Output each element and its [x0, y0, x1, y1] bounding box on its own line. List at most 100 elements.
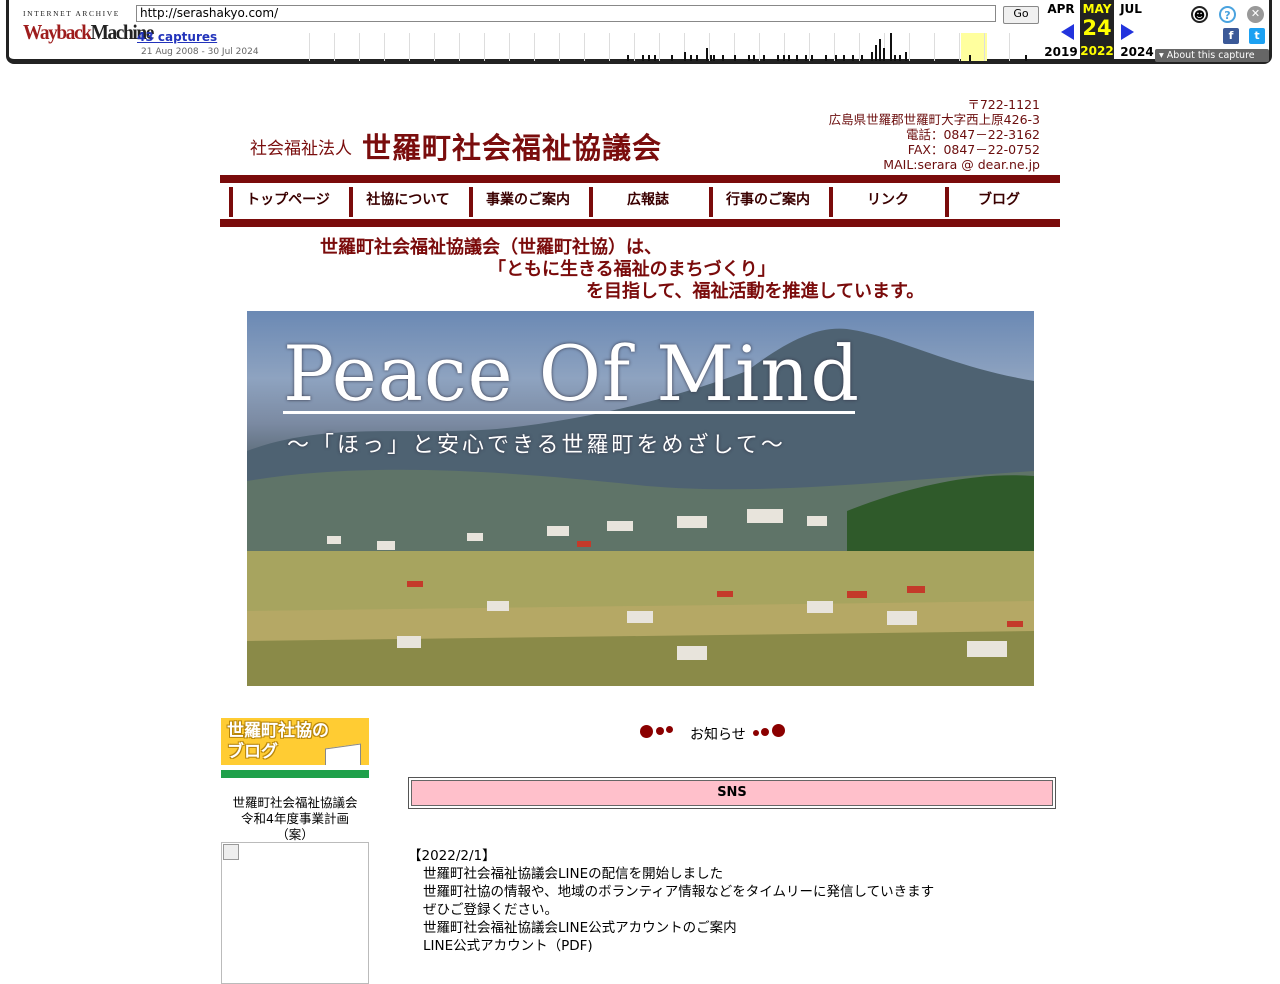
current-capture: MAY 24 2022 [1080, 0, 1114, 62]
sidebar-line-1: 世羅町社会福祉協議会 [232, 795, 358, 810]
capture-bar [899, 54, 901, 61]
next-year[interactable]: 2024 [1120, 45, 1154, 59]
nav-about[interactable]: 社協について [349, 187, 463, 217]
contact-address: 広島県世羅郡世羅町大字西上原426-3 [828, 112, 1040, 127]
capture-bar [796, 54, 798, 61]
current-day: 24 [1082, 16, 1112, 40]
capture-bar [852, 54, 854, 61]
year-gridline [559, 33, 560, 61]
nav-newsletter[interactable]: 広報誌 [589, 187, 703, 217]
news-date: 【2022/2/1】 [408, 848, 496, 864]
wayback-toolbar: INTERNET ARCHIVE WaybackMachine http://s… [6, 0, 1272, 64]
nav-top-page[interactable]: トップページ [229, 187, 343, 217]
capture-bar [777, 54, 779, 61]
motto: 世羅町社会福祉協議会（世羅町社協）は、 「ともに生きる福祉のまちづくり」 を目指… [320, 237, 960, 303]
dot-icon [640, 725, 653, 738]
prev-month[interactable]: APR [1044, 2, 1078, 16]
org-name: 世羅町社会福祉協議会 [362, 131, 663, 165]
contact-phone: 電話：0847－22-3162 [905, 127, 1040, 142]
nav-blog[interactable]: ブログ [945, 187, 1049, 217]
capture-bar [713, 54, 715, 61]
capture-bar [835, 54, 837, 61]
captures-link[interactable]: 43 captures [137, 30, 217, 44]
next-month[interactable]: JUL [1114, 2, 1148, 16]
capture-bar [642, 54, 644, 61]
line-pdf-link[interactable]: LINE公式アカウント（PDF) [408, 937, 1058, 955]
year-gridline [909, 33, 910, 61]
contact-mail[interactable]: MAIL:serara @ dear.ne.jp [829, 157, 1040, 172]
sidebar-line-2: 令和4年度事業計画 [241, 811, 349, 826]
capture-sparkline[interactable] [309, 33, 1039, 61]
current-year: 2022 [1080, 44, 1114, 58]
org-type: 社会福祉法人 [250, 139, 352, 159]
capture-bar [710, 54, 712, 61]
capture-bar [684, 51, 686, 61]
url-input[interactable]: http://serashakyo.com/ [136, 5, 996, 22]
capture-bar [654, 54, 656, 61]
facebook-icon[interactable]: f [1223, 28, 1239, 44]
capture-bar [905, 51, 907, 61]
capture-bar [825, 54, 827, 61]
year-gridline [634, 33, 635, 61]
capture-bar [875, 45, 877, 61]
nav-events[interactable]: 行事のご案内 [709, 187, 823, 217]
contact-fax: FAX：0847－22-0752 [907, 142, 1040, 157]
year-gridline [534, 33, 535, 61]
next-capture-arrow-icon[interactable] [1121, 24, 1134, 40]
prev-capture-arrow-icon[interactable] [1061, 24, 1074, 40]
nav-band-bottom [220, 219, 1060, 227]
sidebar-plan-link[interactable]: 世羅町社会福祉協議会 令和4年度事業計画 （案） [221, 795, 369, 843]
capture-bar [805, 54, 807, 61]
year-gridline [334, 33, 335, 61]
about-capture-button[interactable]: ▾ About this capture [1155, 49, 1269, 62]
capture-bar [871, 51, 873, 61]
blog-banner[interactable]: 世羅町社協の ブログ [221, 718, 369, 778]
year-gridline [859, 33, 860, 61]
capture-bar [648, 54, 650, 61]
site-title[interactable]: 社会福祉法人 世羅町社会福祉協議会 [250, 125, 662, 167]
prev-year[interactable]: 2019 [1044, 45, 1078, 59]
nav-links[interactable]: リンク [829, 187, 943, 217]
capture-bar [627, 54, 629, 61]
wayback-logo[interactable]: WaybackMachine [23, 20, 154, 45]
go-button[interactable]: Go [1003, 6, 1039, 24]
user-icon[interactable]: ☻ [1191, 6, 1208, 23]
hero-underline [283, 411, 855, 414]
year-gridline [1009, 33, 1010, 61]
hero-subtitle: ～「ほっ」と安心できる世羅町をめざして～ [287, 433, 786, 458]
nav-services[interactable]: 事業のご案内 [469, 187, 583, 217]
capture-bar [894, 54, 896, 61]
capture-range: 21 Aug 2008 - 30 Jul 2024 [141, 47, 259, 57]
dot-icon [753, 730, 759, 736]
news-line: 世羅町社会福祉協議会LINEの配信を開始しました [423, 866, 724, 882]
year-gridline [409, 33, 410, 61]
motto-line-3: を目指して、福祉活動を推進しています。 [586, 281, 925, 302]
motto-line-1: 世羅町社会福祉協議会（世羅町社協）は、 [320, 237, 662, 258]
news-line: 世羅町社協の情報や、地域のボランティア情報などをタイムリーに発信していきます [423, 884, 935, 900]
year-gridline [659, 33, 660, 61]
year-gridline [984, 33, 985, 61]
capture-bar [879, 38, 881, 61]
news-line: 世羅町社会福祉協議会LINE公式アカウントのご案内 [423, 920, 737, 936]
twitter-icon[interactable]: t [1249, 28, 1265, 44]
close-icon[interactable]: ✕ [1247, 6, 1264, 23]
section-title: お知らせ [690, 727, 746, 743]
capture-bar [861, 54, 863, 61]
capture-bar [753, 54, 755, 61]
dot-icon [772, 724, 785, 737]
broken-image-icon [223, 844, 239, 860]
help-icon[interactable]: ? [1219, 6, 1236, 23]
capture-bar [671, 54, 673, 61]
sidebar-image[interactable] [221, 842, 369, 984]
capture-bar [763, 54, 765, 61]
nav-band-top [220, 175, 1060, 183]
hero-title: Peace Of Mind [283, 329, 861, 418]
contact-postal: 〒722-1121 [967, 97, 1040, 112]
capture-bar [883, 48, 885, 61]
year-gridline [384, 33, 385, 61]
year-gridline [959, 33, 960, 61]
year-gridline [584, 33, 585, 61]
capture-bar [1025, 54, 1027, 61]
capture-bar [690, 54, 692, 61]
capture-bar [890, 33, 892, 61]
